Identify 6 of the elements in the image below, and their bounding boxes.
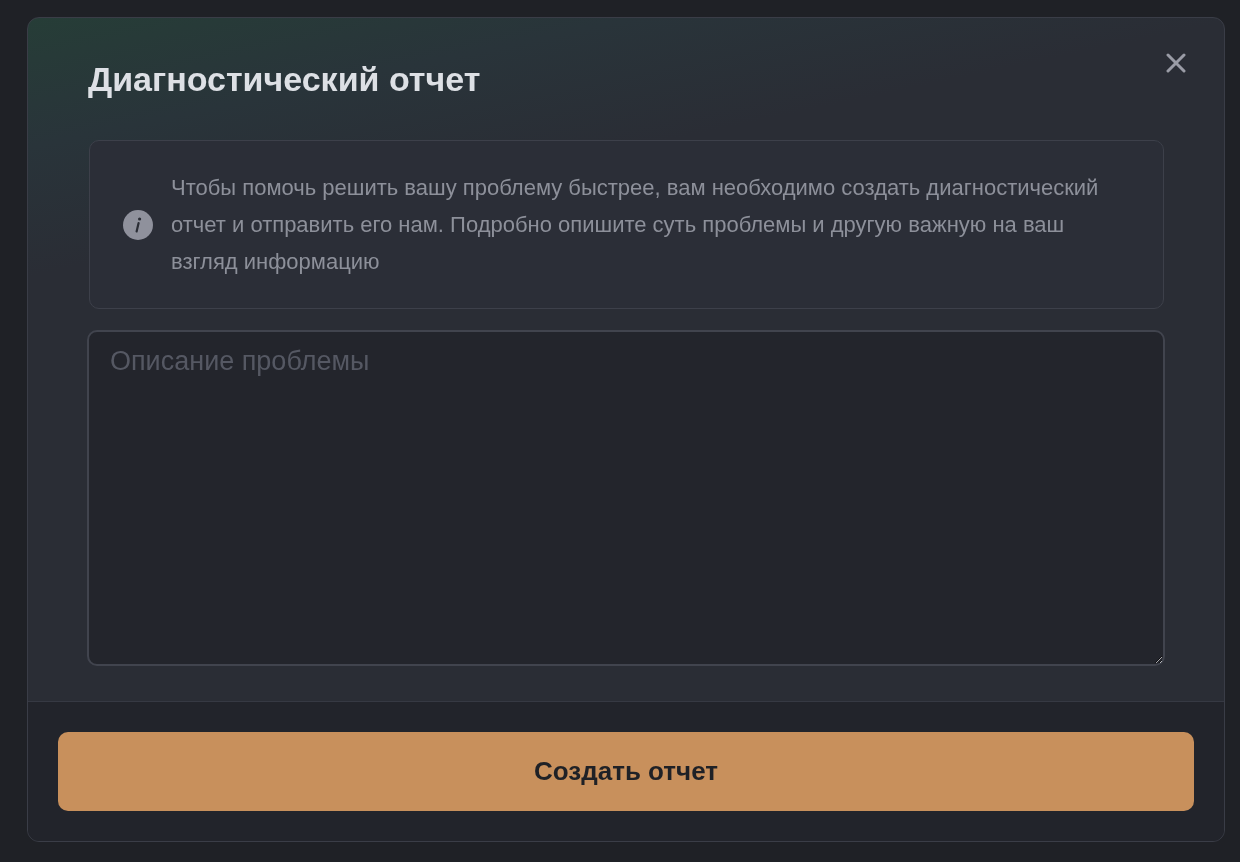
dialog-title: Диагностический отчет: [88, 59, 481, 99]
close-button[interactable]: [1166, 53, 1186, 73]
info-icon: [123, 209, 153, 240]
create-report-button[interactable]: Создать отчет: [58, 732, 1194, 811]
info-text: Чтобы помочь решить вашу проблему быстрее, вам необходимо создать диагностический отчет и отправить его нам. Подробно опишите суть проблемы и другую важную на ваш взгляд информацию: [171, 174, 1100, 276]
close-icon: [1166, 53, 1186, 73]
